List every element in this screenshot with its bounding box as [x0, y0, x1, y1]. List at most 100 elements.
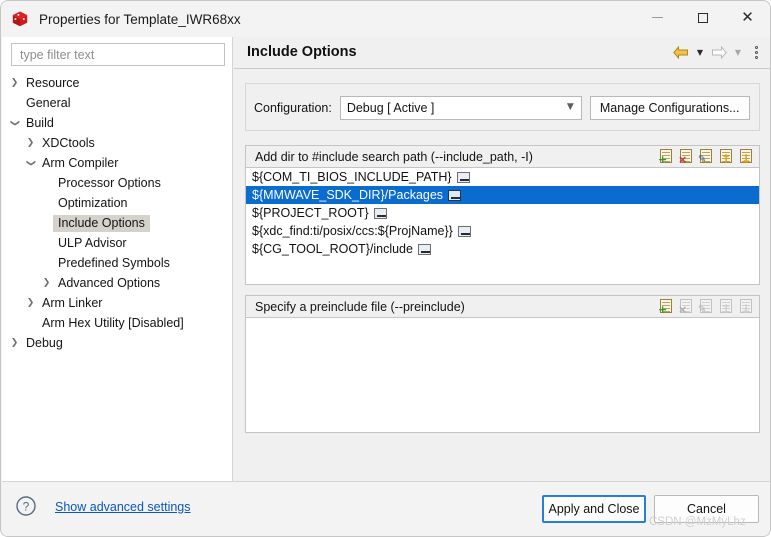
sidebar-item-advanced-options[interactable]: ❯ Advanced Options — [2, 273, 233, 293]
list-item-label: ${PROJECT_ROOT} — [252, 206, 369, 220]
include-path-toolbar: + × ✎ ↑ ↓ — [658, 149, 754, 166]
sidebar-item-processor-options[interactable]: Processor Options — [2, 173, 233, 193]
overlay-glyph: × — [678, 153, 688, 166]
vertical-dots-menu-icon[interactable] — [749, 43, 763, 61]
sidebar-item-general[interactable]: General — [2, 93, 233, 113]
edit-document-icon[interactable]: ✎ — [698, 149, 714, 165]
variable-badge-icon — [373, 207, 387, 219]
chevron-right-icon[interactable]: ❯ — [24, 298, 37, 308]
add-document-icon[interactable]: + — [658, 149, 674, 166]
sidebar-item-arm-hex-utility-disabled[interactable]: Arm Hex Utility [Disabled] — [2, 313, 233, 333]
sidebar-item-label: XDCtools — [42, 135, 95, 150]
back-arrow-icon[interactable] — [671, 43, 691, 61]
move-up-icon[interactable]: ↑ — [719, 149, 734, 166]
close-button[interactable]: ✕ — [725, 1, 770, 34]
apply-and-close-button[interactable]: Apply and Close — [542, 495, 646, 523]
sidebar-item-ulp-advisor[interactable]: ULP Advisor — [2, 233, 233, 253]
include-path-list[interactable]: ${COM_TI_BIOS_INCLUDE_PATH} ${MMWAVE_SDK_… — [246, 168, 759, 284]
overlay-glyph: ↑ — [721, 152, 732, 166]
move-up-icon: ↑ — [719, 299, 734, 316]
list-item[interactable]: ${PROJECT_ROOT} — [246, 204, 759, 222]
settings-content-pane: Include Options ▼ ▼ Configuration: Debug… — [234, 37, 770, 481]
configuration-select[interactable]: Debug [ Active ] ▼ — [339, 96, 582, 120]
show-advanced-settings-link[interactable]: Show advanced settings — [55, 500, 191, 514]
settings-tree: ❯ Resource General ❯ Build ❯ XDCtools ❯ Arm Comp… — [2, 73, 233, 353]
variable-badge-icon — [448, 189, 462, 201]
sidebar-item-label: Predefined Symbols — [58, 255, 170, 270]
chevron-down-icon[interactable]: ❯ — [10, 117, 20, 130]
maximize-icon — [697, 12, 708, 23]
list-item[interactable]: ${xdc_find:ti/posix/ccs:${ProjName}} — [246, 222, 759, 240]
red-cube-icon — [10, 9, 30, 29]
include-path-group: Add dir to #include search path (--inclu… — [245, 145, 760, 285]
filter-box[interactable] — [11, 43, 225, 66]
sidebar-item-label: Arm Hex Utility [Disabled] — [42, 315, 184, 330]
minimize-icon — [652, 17, 663, 18]
configuration-row: Configuration: Debug [ Active ] ▼ Manage… — [254, 96, 750, 120]
overlay-glyph: ✎ — [698, 304, 707, 315]
chevron-right-icon[interactable]: ❯ — [24, 138, 37, 148]
manage-configurations-button[interactable]: Manage Configurations... — [589, 96, 750, 120]
sidebar-item-label: Optimization — [58, 195, 128, 210]
settings-tree-pane: ❯ Resource General ❯ Build ❯ XDCtools ❯ Arm Comp… — [2, 37, 233, 481]
configuration-selected-value: Debug [ Active ] — [346, 101, 435, 115]
chevron-right-icon[interactable]: ❯ — [8, 78, 21, 88]
sidebar-item-label: Processor Options — [58, 175, 161, 190]
list-item[interactable]: ${COM_TI_BIOS_INCLUDE_PATH} — [246, 168, 759, 186]
title-bar: Properties for Template_IWR68xx ✕ — [1, 1, 770, 37]
chevron-right-icon[interactable]: ❯ — [8, 338, 21, 348]
overlay-glyph: ✎ — [698, 154, 707, 165]
maximize-button[interactable] — [680, 1, 725, 34]
chevron-right-icon[interactable]: ❯ — [40, 278, 53, 288]
sidebar-item-build[interactable]: ❯ Build — [2, 113, 233, 133]
forward-history-chevron-down-icon: ▼ — [734, 47, 742, 57]
page-nav-controls: ▼ ▼ — [671, 43, 763, 61]
sidebar-item-xdctools[interactable]: ❯ XDCtools — [2, 133, 233, 153]
sidebar-item-resource[interactable]: ❯ Resource — [2, 73, 233, 93]
configuration-box: Configuration: Debug [ Active ] ▼ Manage… — [245, 83, 760, 131]
sidebar-item-predefined-symbols[interactable]: Predefined Symbols — [2, 253, 233, 273]
list-item-label: ${MMWAVE_SDK_DIR}/Packages — [252, 188, 444, 202]
overlay-glyph: × — [678, 303, 688, 316]
forward-arrow-icon — [709, 43, 729, 61]
overlay-glyph: ↓ — [741, 302, 752, 316]
chevron-down-icon: ▼ — [566, 102, 574, 112]
header-divider — [234, 68, 770, 69]
preinclude-file-group-header: Specify a preinclude file (--preinclude)… — [246, 296, 759, 318]
sidebar-item-label: Include Options — [53, 214, 150, 232]
preinclude-file-list[interactable] — [246, 318, 759, 432]
sidebar-item-label: General — [26, 95, 71, 110]
overlay-glyph: ↑ — [721, 302, 732, 316]
svg-text:?: ? — [23, 500, 30, 514]
page-title: Include Options — [247, 44, 357, 60]
sidebar-item-optimization[interactable]: Optimization — [2, 193, 233, 213]
sidebar-item-include-options[interactable]: Include Options — [2, 213, 233, 233]
overlay-glyph: ↓ — [741, 152, 752, 166]
sidebar-item-label: ULP Advisor — [58, 235, 127, 250]
move-down-icon[interactable]: ↓ — [739, 149, 754, 166]
move-down-icon: ↓ — [739, 299, 754, 316]
watermark: CSDN @MzMyLhz — [649, 516, 746, 528]
sidebar-item-arm-compiler[interactable]: ❯ Arm Compiler — [2, 153, 233, 173]
delete-document-icon[interactable]: × — [678, 149, 694, 166]
sidebar-item-label: Arm Linker — [42, 295, 103, 310]
sidebar-item-arm-linker[interactable]: ❯ Arm Linker — [2, 293, 233, 313]
list-item[interactable]: ${MMWAVE_SDK_DIR}/Packages — [246, 186, 759, 204]
minimize-button[interactable] — [635, 1, 680, 34]
add-document-icon[interactable]: + — [658, 299, 674, 315]
delete-document-icon: × — [678, 299, 694, 316]
preinclude-file-toolbar: + × ✎ ↑ ↓ — [658, 299, 754, 316]
sidebar-item-debug[interactable]: ❯ Debug — [2, 333, 233, 353]
list-item[interactable]: ${CG_TOOL_ROOT}/include — [246, 240, 759, 258]
back-history-chevron-down-icon[interactable]: ▼ — [694, 43, 706, 61]
sidebar-item-label: Arm Compiler — [42, 155, 119, 170]
overlay-glyph: + — [658, 153, 668, 166]
list-item-label: ${COM_TI_BIOS_INCLUDE_PATH} — [252, 170, 452, 184]
variable-badge-icon — [417, 243, 431, 255]
chevron-down-icon[interactable]: ❯ — [26, 157, 36, 170]
page-header: Include Options ▼ ▼ — [234, 37, 770, 67]
help-question-icon[interactable]: ? — [15, 495, 37, 522]
search-input[interactable] — [18, 44, 224, 65]
sidebar-item-label: Debug — [26, 335, 63, 350]
preinclude-file-group-title: Specify a preinclude file (--preinclude) — [255, 299, 465, 314]
